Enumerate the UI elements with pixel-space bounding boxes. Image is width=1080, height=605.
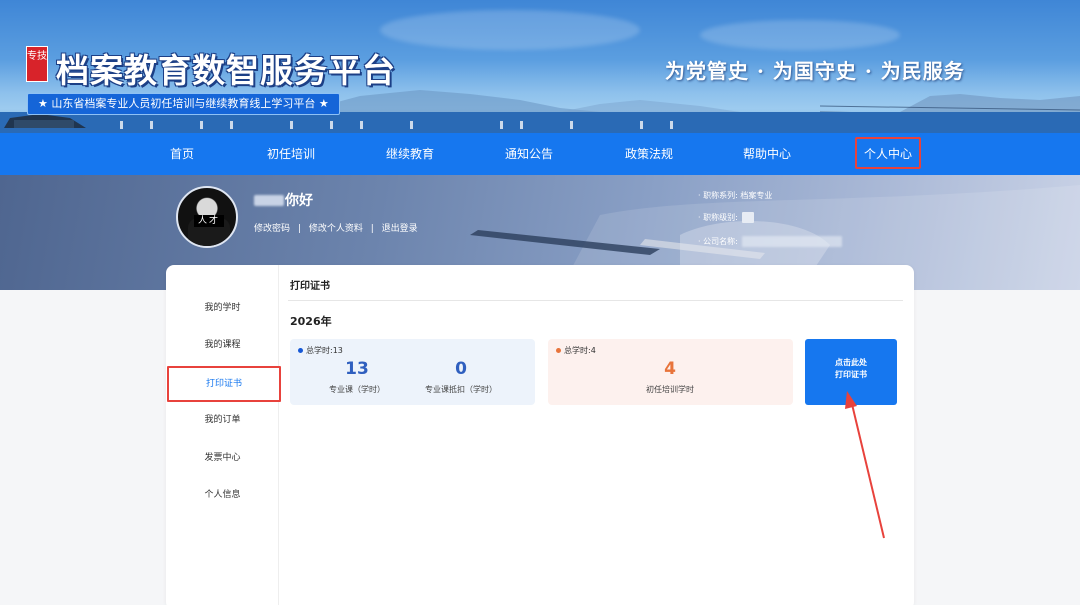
nav-home[interactable]: 首页 [170,133,194,175]
logout-link[interactable]: 退出登录 [382,224,418,234]
site-slogan: 为党管史 · 为国守史 · 为民服务 [665,59,965,83]
avatar: 人才 [176,186,238,248]
link-separator: | [297,224,301,234]
initial-total-hours: 总学时:4 [556,345,596,356]
header-banner: 专技 档案教育数智服务平台 ★ 山东省档案专业人员初任培训与继续教育线上学习平台… [0,0,1080,133]
site-title: 档案教育数智服务平台 [56,51,396,90]
title-series-value: 档案专业 [740,191,773,200]
sidebar-item-my-courses[interactable]: 我的课程 [166,327,279,363]
print-button-line1: 点击此处 [835,358,867,367]
nav-initial-training[interactable]: 初任培训 [267,133,315,175]
sidebar-item-personal-info[interactable]: 个人信息 [166,477,279,513]
edit-profile-link[interactable]: 修改个人资料 [309,224,363,234]
title-level-label: · 职称级别: [698,213,738,222]
bullet-dot-icon [556,348,561,353]
content-divider [288,300,903,301]
site-subtitle: ★ 山东省档案专业人员初任培训与继续教育线上学习平台 ★ [27,93,340,115]
company-redacted [741,236,842,247]
nav-announcements[interactable]: 通知公告 [505,133,553,175]
sidebar-item-invoice-center[interactable]: 发票中心 [166,440,279,476]
main-nav: 首页 初任培训 继续教育 通知公告 政策法规 帮助中心 个人中心 [0,133,1080,175]
nav-continuing-education[interactable]: 继续教育 [386,133,434,175]
year-label: 2026年 [290,315,332,328]
continuing-hours-card: 总学时:13 13 专业课（学时） 0 专业课抵扣（学时） [290,339,535,405]
nav-policies[interactable]: 政策法规 [625,133,673,175]
continuing-total-hours: 总学时:13 [298,345,343,356]
avatar-tag: 人才 [194,215,224,227]
nav-personal-center[interactable]: 个人中心 [855,137,922,169]
change-password-link[interactable]: 修改密码 [254,224,290,234]
title-level-redacted [741,212,754,223]
greeting-text: 你好 [285,193,313,209]
title-series-label: · 职称系列: [698,191,738,200]
company-label: · 公司名称: [698,237,738,246]
content-title: 打印证书 [290,281,330,292]
profile-links: 修改密码 | 修改个人资料 | 退出登录 [254,221,418,234]
page: 专技 档案教育数智服务平台 ★ 山东省档案专业人员初任培训与继续教育线上学习平台… [0,0,1080,605]
bullet-dot-icon [298,348,303,353]
sidebar: 我的学时 我的课程 打印证书 我的订单 发票中心 个人信息 [166,265,281,605]
sidebar-item-print-certificate[interactable]: 打印证书 [167,366,281,402]
professional-hours-value: 13 [345,359,369,379]
print-button-line2: 打印证书 [835,370,867,379]
initial-hours-card: 总学时:4 4 初任培训学时 [548,339,793,405]
username-redacted [254,195,284,206]
offset-hours-label: 专业课抵扣（学时） [425,385,497,394]
link-separator: | [370,224,374,234]
initial-hours-label: 初任培训学时 [646,385,694,394]
sidebar-item-study-hours[interactable]: 我的学时 [166,290,279,326]
initial-hours-value: 4 [664,359,676,379]
nav-help-center[interactable]: 帮助中心 [743,133,791,175]
title-level-row: · 职称级别: [698,212,754,223]
logo-badge: 专技 [26,46,48,82]
company-row: · 公司名称: [698,236,842,247]
title-series-row: · 职称系列: 档案专业 [698,190,772,201]
print-certificate-button[interactable]: 点击此处 打印证书 [805,339,897,405]
professional-hours-label: 专业课（学时） [329,385,385,394]
offset-hours-value: 0 [455,359,467,379]
sidebar-item-my-orders[interactable]: 我的订单 [166,402,279,438]
